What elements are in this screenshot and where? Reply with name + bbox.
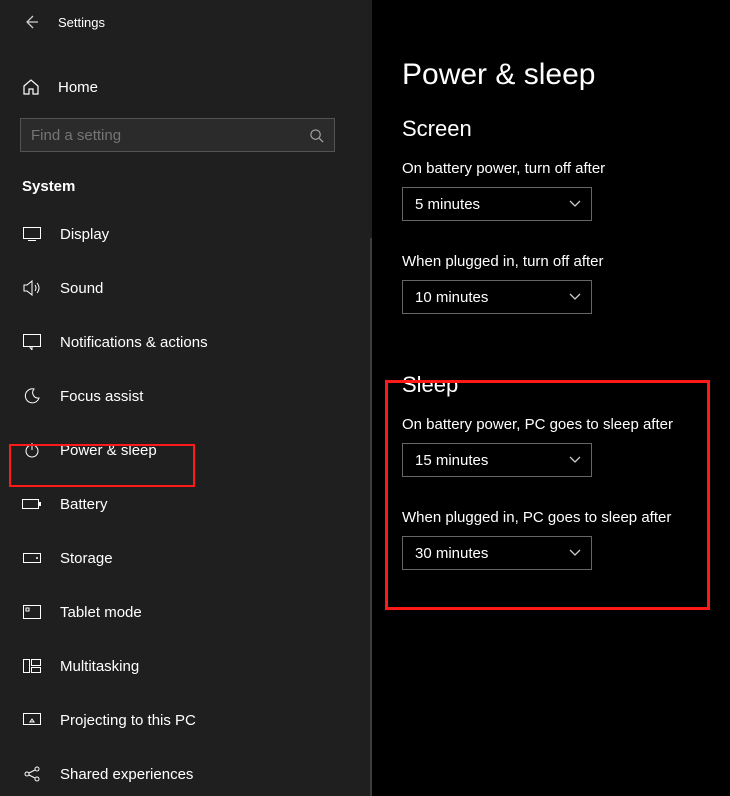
nav-item-shared-experiences[interactable]: Shared experiences xyxy=(0,747,372,796)
back-button[interactable] xyxy=(16,7,46,37)
chevron-down-icon xyxy=(569,456,581,464)
home-nav[interactable]: Home xyxy=(0,64,372,110)
display-icon xyxy=(22,224,42,244)
nav-item-focus-assist[interactable]: Focus assist xyxy=(0,369,372,423)
notification-icon xyxy=(22,332,42,352)
search-input[interactable] xyxy=(31,127,309,144)
screen-plugged-label: When plugged in, turn off after xyxy=(402,253,730,270)
share-icon xyxy=(22,764,42,784)
titlebar: Settings xyxy=(0,0,372,44)
sleep-battery-label: On battery power, PC goes to sleep after xyxy=(402,416,730,433)
sleep-heading: Sleep xyxy=(402,372,730,398)
app-title: Settings xyxy=(58,15,105,30)
screen-battery-label: On battery power, turn off after xyxy=(402,160,730,177)
moon-icon xyxy=(22,386,42,406)
nav-item-projecting[interactable]: Projecting to this PC xyxy=(0,693,372,747)
tablet-icon xyxy=(22,602,42,622)
nav-label: Multitasking xyxy=(60,658,139,675)
nav-list: Display Sound Notifications & actions Fo… xyxy=(0,207,372,796)
home-label: Home xyxy=(58,79,98,96)
chevron-down-icon xyxy=(569,200,581,208)
nav-item-display[interactable]: Display xyxy=(0,207,372,261)
home-icon xyxy=(22,78,42,96)
nav-label: Shared experiences xyxy=(60,766,193,783)
battery-icon xyxy=(22,494,42,514)
nav-label: Battery xyxy=(60,496,108,513)
nav-label: Display xyxy=(60,226,109,243)
chevron-down-icon xyxy=(569,549,581,557)
search-wrap xyxy=(20,118,352,152)
nav-item-notifications[interactable]: Notifications & actions xyxy=(0,315,372,369)
dropdown-value: 15 minutes xyxy=(415,452,488,469)
screen-heading: Screen xyxy=(402,116,730,142)
search-icon xyxy=(309,128,324,143)
nav-label: Sound xyxy=(60,280,103,297)
arrow-left-icon xyxy=(23,14,39,30)
power-icon xyxy=(22,440,42,460)
dropdown-value: 10 minutes xyxy=(415,289,488,306)
sound-icon xyxy=(22,278,42,298)
nav-item-battery[interactable]: Battery xyxy=(0,477,372,531)
screen-plugged-dropdown[interactable]: 10 minutes xyxy=(402,280,592,314)
content: Power & sleep Screen On battery power, t… xyxy=(372,0,730,796)
search-field[interactable] xyxy=(20,118,335,152)
nav-label: Power & sleep xyxy=(60,442,157,459)
page-title: Power & sleep xyxy=(402,58,730,92)
highlight-sleep-section xyxy=(385,380,710,610)
nav-label: Focus assist xyxy=(60,388,143,405)
projecting-icon xyxy=(22,710,42,730)
nav-item-tablet-mode[interactable]: Tablet mode xyxy=(0,585,372,639)
sidebar: Settings Home System Display Sound Notif… xyxy=(0,0,372,796)
nav-item-sound[interactable]: Sound xyxy=(0,261,372,315)
nav-label: Storage xyxy=(60,550,113,567)
dropdown-value: 5 minutes xyxy=(415,196,480,213)
storage-icon xyxy=(22,548,42,568)
sleep-battery-dropdown[interactable]: 15 minutes xyxy=(402,443,592,477)
sleep-plugged-dropdown[interactable]: 30 minutes xyxy=(402,536,592,570)
nav-label: Projecting to this PC xyxy=(60,712,196,729)
screen-battery-dropdown[interactable]: 5 minutes xyxy=(402,187,592,221)
section-title: System xyxy=(22,178,372,195)
dropdown-value: 30 minutes xyxy=(415,545,488,562)
multitasking-icon xyxy=(22,656,42,676)
nav-item-power-sleep[interactable]: Power & sleep xyxy=(0,423,372,477)
nav-item-storage[interactable]: Storage xyxy=(0,531,372,585)
sleep-plugged-label: When plugged in, PC goes to sleep after xyxy=(402,509,730,526)
chevron-down-icon xyxy=(569,293,581,301)
nav-label: Notifications & actions xyxy=(60,334,208,351)
nav-item-multitasking[interactable]: Multitasking xyxy=(0,639,372,693)
nav-label: Tablet mode xyxy=(60,604,142,621)
